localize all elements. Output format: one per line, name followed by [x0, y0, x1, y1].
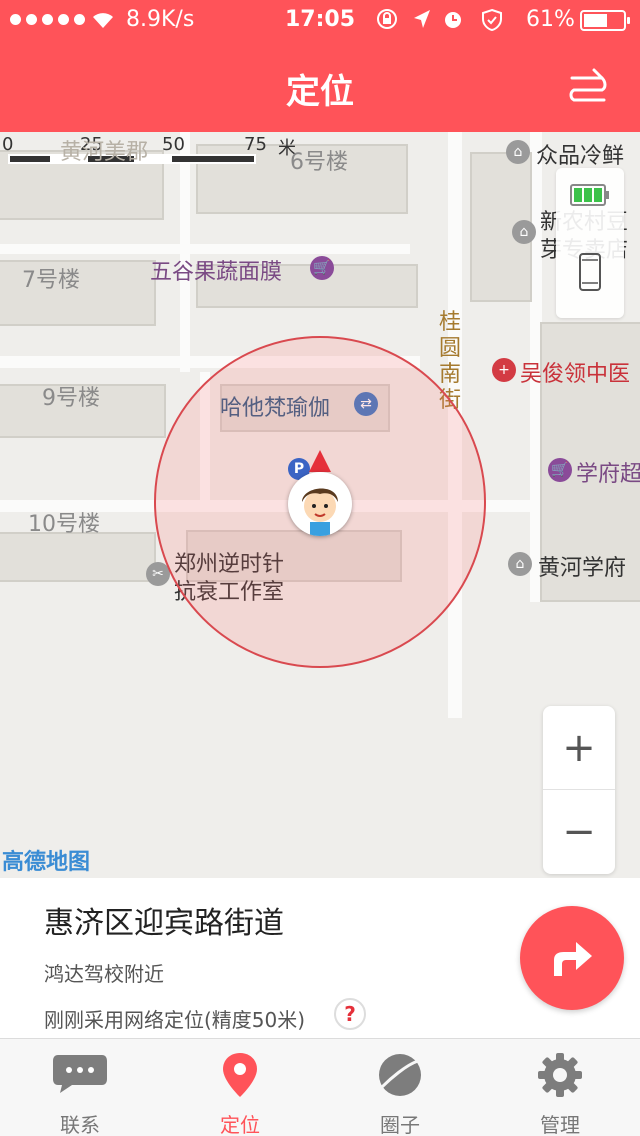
map-view[interactable]: 0 25 50 75 米 黄河美郡 6号楼 7号楼 9号楼 10号楼 桂圆南街 … [0, 132, 640, 878]
page-title: 定位 [286, 72, 354, 112]
nearby-text: 鸿达驾校附近 [44, 962, 164, 986]
building-label: 10号楼 [28, 512, 100, 537]
status-bar: 8.9K/s 17:05 61% [0, 0, 640, 40]
tab-label: 联系 [60, 1113, 100, 1136]
zoom-in-button[interactable]: + [543, 706, 615, 790]
battery-green-icon[interactable] [570, 184, 610, 206]
zoom-out-button[interactable]: − [543, 790, 615, 874]
tab-label: 定位 [220, 1113, 260, 1136]
direction-arrow-icon [309, 450, 331, 472]
poi-label[interactable]: 黄河学府 [538, 550, 626, 582]
battery-icon [580, 10, 630, 31]
poi-label[interactable]: 学府超 [576, 456, 640, 488]
location-pin-icon [223, 1053, 257, 1097]
battery-percent: 61% [526, 7, 575, 32]
scale-tick: 50 [162, 134, 185, 155]
poi-label[interactable]: 众品冷鲜 [536, 138, 624, 170]
scale-tick: 75 [244, 134, 267, 155]
chat-bubble-icon [53, 1055, 107, 1093]
tab-label: 管理 [540, 1113, 580, 1136]
shop-icon: ⌂ [506, 140, 530, 164]
map-attribution: 高德地图 [2, 850, 91, 875]
zoom-controls: + − [543, 706, 615, 874]
tab-circle[interactable]: 圈子 [320, 1039, 480, 1136]
map-building [0, 532, 156, 582]
share-arrow-icon [554, 942, 592, 976]
tab-contacts[interactable]: 联系 [0, 1039, 160, 1136]
phone-icon[interactable] [578, 252, 602, 292]
medical-icon: + [492, 358, 516, 382]
map-road [0, 244, 410, 254]
shop-icon: ⌂ [512, 220, 536, 244]
tab-manage[interactable]: 管理 [480, 1039, 640, 1136]
rotation-lock-icon [377, 9, 397, 29]
poi-label[interactable]: 五谷果蔬面膜 [150, 254, 282, 286]
help-button[interactable]: ? [334, 998, 366, 1030]
building-label: 9号楼 [42, 386, 100, 411]
boy-face-icon [302, 488, 338, 536]
switch-arrows-icon[interactable] [566, 64, 610, 108]
planet-icon [379, 1054, 421, 1096]
location-arrow-icon [414, 10, 430, 28]
building-label: 6号楼 [290, 150, 348, 175]
gear-icon [538, 1053, 582, 1097]
tab-location[interactable]: 定位 [160, 1039, 320, 1136]
vpn-shield-icon [482, 8, 502, 32]
tab-bar: 联系 定位 圈子 管理 [0, 1038, 640, 1136]
building-label: 7号楼 [22, 268, 80, 293]
header-bar: 8.9K/s 17:05 61% 定位 [0, 0, 640, 132]
device-panel [556, 168, 624, 318]
address-text: 惠济区迎宾路街道 [44, 906, 284, 941]
home-icon: ⌂ [508, 552, 532, 576]
navigate-button[interactable] [520, 906, 624, 1010]
community-label: 黄河美郡 [60, 140, 149, 165]
poi-label[interactable]: 吴俊领中医 [520, 356, 630, 388]
accuracy-text: 刚刚采用网络定位(精度50米) [44, 1008, 306, 1032]
child-avatar[interactable] [288, 472, 352, 536]
cart-icon: 🛒 [310, 256, 334, 280]
alarm-icon [445, 12, 461, 28]
cart-icon: 🛒 [548, 458, 572, 482]
scale-tick: 0 [2, 134, 14, 155]
tab-label: 圈子 [380, 1113, 420, 1136]
